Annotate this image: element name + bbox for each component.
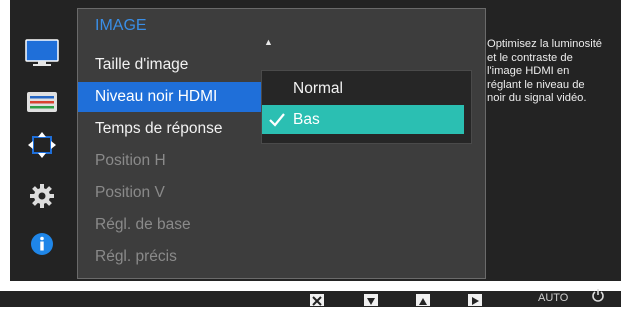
triangle-up-icon[interactable]: ▲ <box>264 37 273 47</box>
close-icon[interactable] <box>310 294 324 306</box>
info-icon[interactable] <box>24 229 60 259</box>
submenu-popup: Normal Bas <box>261 70 472 144</box>
menu-item[interactable]: Temps de réponse <box>78 114 266 144</box>
menu-item: Régl. de base <box>95 216 191 233</box>
resize-arrows-icon[interactable] <box>24 130 60 160</box>
submenu-option[interactable]: Normal <box>262 74 464 103</box>
help-text: Optimisez la luminosité et le contraste … <box>487 38 603 104</box>
menu-list-icon[interactable] <box>24 87 60 117</box>
monitor-icon[interactable] <box>24 38 60 68</box>
auto-button[interactable]: AUTO <box>538 292 568 304</box>
menu-title: IMAGE <box>95 17 147 34</box>
menu-item[interactable]: Niveau noir HDMI <box>78 82 266 112</box>
menu-item: Position V <box>95 184 165 201</box>
submenu-option-label: Normal <box>293 80 343 97</box>
gear-icon[interactable] <box>24 181 60 211</box>
menu-item: Position H <box>95 152 166 169</box>
submenu-option-label: Bas <box>293 111 320 128</box>
down-arrow-icon[interactable] <box>364 294 378 306</box>
osd-icon-bar <box>10 0 76 281</box>
menu-item[interactable]: Taille d'image <box>78 50 266 80</box>
power-icon[interactable] <box>591 288 605 307</box>
right-arrow-icon[interactable] <box>468 294 482 306</box>
submenu-option[interactable]: Bas <box>262 105 464 134</box>
checkmark-icon <box>268 105 286 144</box>
up-arrow-icon[interactable] <box>416 294 430 306</box>
menu-item: Régl. précis <box>95 248 177 265</box>
bottom-button-bar: AUTO <box>0 288 621 307</box>
